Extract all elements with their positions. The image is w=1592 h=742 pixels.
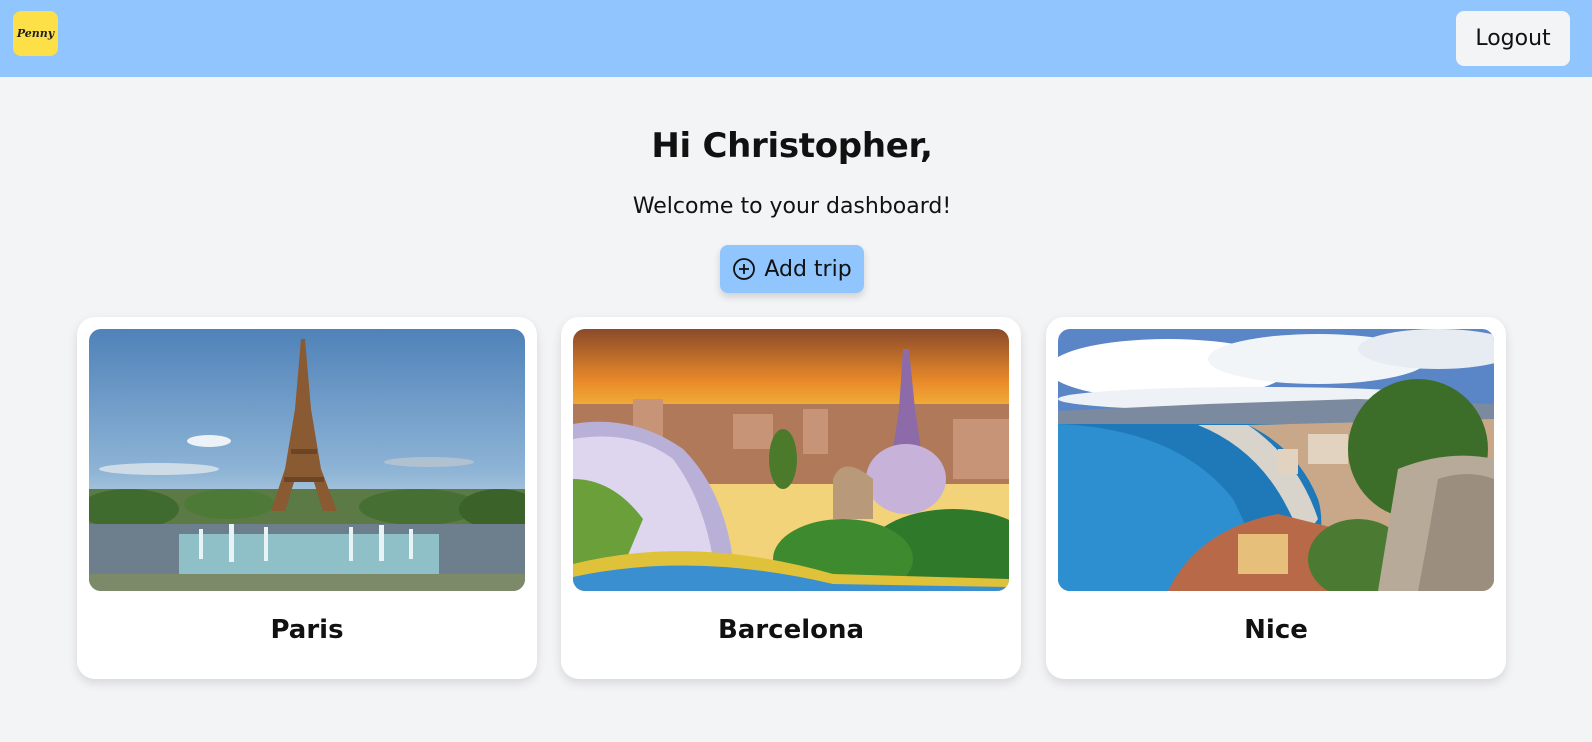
plus-circle-icon (733, 258, 756, 280)
trip-image-paris (89, 329, 525, 591)
trip-name: Barcelona (717, 615, 865, 645)
greeting-heading: Hi Christopher, (651, 126, 933, 166)
logout-button[interactable]: Logout (1456, 11, 1570, 66)
trip-image-nice (1058, 329, 1494, 591)
add-trip-button[interactable]: Add trip (720, 245, 864, 293)
trip-image-barcelona (573, 329, 1009, 591)
trip-card-nice[interactable]: Nice (1046, 317, 1506, 679)
logo-text: Penny (16, 27, 55, 40)
add-trip-label: Add trip (764, 256, 852, 282)
top-navbar: Penny Logout (0, 0, 1592, 77)
trip-card-paris[interactable]: Paris (77, 317, 537, 679)
trip-name: Nice (1244, 615, 1308, 645)
app-logo[interactable]: Penny (13, 11, 58, 56)
welcome-subtitle: Welcome to your dashboard! (632, 194, 952, 219)
trip-name: Paris (270, 615, 344, 645)
trip-card-barcelona[interactable]: Barcelona (561, 317, 1021, 679)
